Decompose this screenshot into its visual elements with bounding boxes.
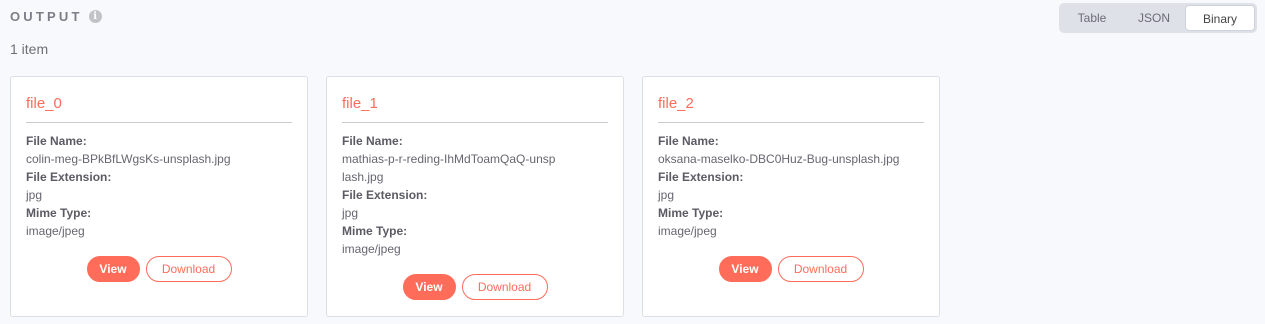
file-card: file_2 File Name: oksana-maselko-DBC0Huz… xyxy=(642,76,940,317)
file-actions: View Download xyxy=(643,256,939,282)
view-button[interactable]: View xyxy=(86,256,140,282)
view-button[interactable]: View xyxy=(402,274,456,300)
file-extension-value: jpg xyxy=(658,188,675,202)
file-name-value: mathias-p-r-reding-IhMdToamQaQ-unsplash.… xyxy=(342,152,556,184)
file-extension-value: jpg xyxy=(26,188,43,202)
file-name-label: File Name: xyxy=(658,134,719,148)
file-extension-label: File Extension: xyxy=(342,188,428,202)
binary-file-list: file_0 File Name: colin-meg-BPkBfLWgsKs-… xyxy=(10,76,940,317)
file-extension-label: File Extension: xyxy=(26,170,112,184)
info-icon[interactable]: i xyxy=(88,10,102,23)
output-title: OUTPUT xyxy=(10,9,83,24)
file-name-value: colin-meg-BPkBfLWgsKs-unsplash.jpg xyxy=(26,152,231,166)
file-card-title: file_1 xyxy=(342,95,608,123)
mime-type-value: image/jpeg xyxy=(342,242,401,256)
view-mode-binary[interactable]: Binary xyxy=(1185,5,1255,31)
view-mode-table[interactable]: Table xyxy=(1061,5,1123,31)
download-button[interactable]: Download xyxy=(777,256,864,282)
file-name-label: File Name: xyxy=(26,134,87,148)
file-metadata: File Name: colin-meg-BPkBfLWgsKs-unsplas… xyxy=(26,132,292,240)
item-count: 1 item xyxy=(10,41,49,57)
mime-type-label: Mime Type: xyxy=(26,206,92,220)
file-metadata: File Name: oksana-maselko-DBC0Huz-Bug-un… xyxy=(658,132,924,240)
download-button[interactable]: Download xyxy=(461,274,548,300)
mime-type-label: Mime Type: xyxy=(658,206,724,220)
file-card-title: file_2 xyxy=(658,95,924,123)
file-card: file_1 File Name: mathias-p-r-reding-IhM… xyxy=(326,76,624,317)
file-extension-value: jpg xyxy=(342,206,359,220)
mime-type-value: image/jpeg xyxy=(658,224,717,238)
output-header: OUTPUT i xyxy=(10,9,102,24)
view-mode-switch: Table JSON Binary xyxy=(1059,3,1257,33)
view-mode-json[interactable]: JSON xyxy=(1123,5,1185,31)
download-button[interactable]: Download xyxy=(145,256,232,282)
file-name-label: File Name: xyxy=(342,134,403,148)
view-button[interactable]: View xyxy=(718,256,772,282)
file-card: file_0 File Name: colin-meg-BPkBfLWgsKs-… xyxy=(10,76,308,317)
mime-type-value: image/jpeg xyxy=(26,224,85,238)
mime-type-label: Mime Type: xyxy=(342,224,408,238)
file-name-value: oksana-maselko-DBC0Huz-Bug-unsplash.jpg xyxy=(658,152,900,166)
file-actions: View Download xyxy=(327,274,623,300)
file-metadata: File Name: mathias-p-r-reding-IhMdToamQa… xyxy=(342,132,608,258)
file-extension-label: File Extension: xyxy=(658,170,744,184)
file-card-title: file_0 xyxy=(26,95,292,123)
file-actions: View Download xyxy=(11,256,307,282)
